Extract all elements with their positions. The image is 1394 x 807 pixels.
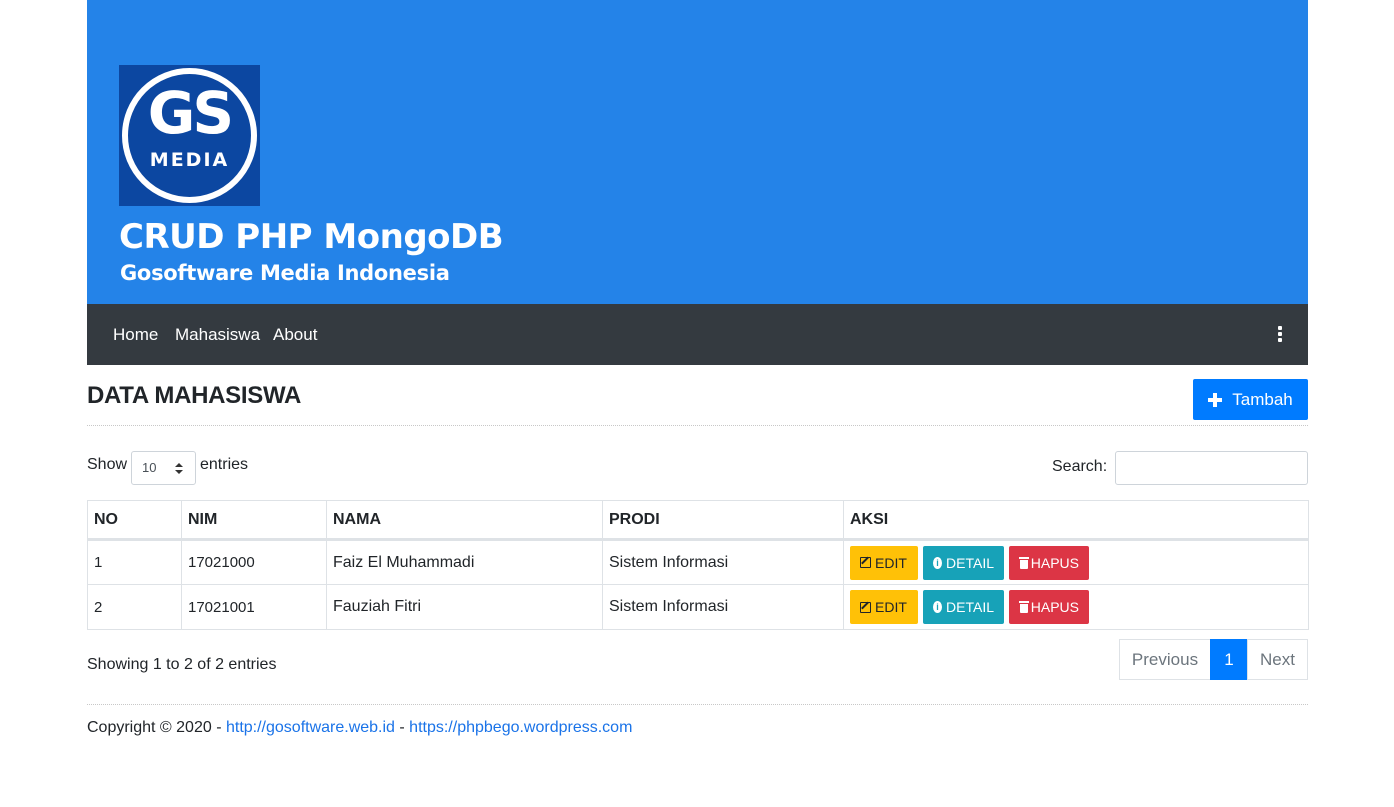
pagination-next[interactable]: Next <box>1247 639 1308 680</box>
add-button-label: Tambah <box>1232 389 1293 409</box>
entries-label: entries <box>200 456 249 473</box>
table-header-row: NO NIM NAMA PRODI AKSI <box>87 500 1309 541</box>
cell-actions: EDIT i DETAIL HAPUS <box>843 584 1309 630</box>
edit-label: EDIT <box>875 599 907 615</box>
page-length-select[interactable]: 10 <box>131 451 196 485</box>
cell-nim: 17021001 <box>181 584 327 630</box>
gs-media-logo: GS MEDIA <box>119 65 260 206</box>
info-icon: i <box>933 556 943 569</box>
pagination: Previous 1 Next <box>1119 639 1308 680</box>
info-icon: i <box>933 601 943 613</box>
footer-divider <box>87 704 1308 705</box>
table-info: Showing 1 to 2 of 2 entries <box>87 656 277 673</box>
nav-item-home[interactable]: Home <box>113 324 158 346</box>
page-header: DATA MAHASISWA Tambah <box>87 365 1308 426</box>
header-banner: GS MEDIA CRUD PHP MongoDB Gosoftware Med… <box>87 0 1308 304</box>
delete-button[interactable]: HAPUS <box>1009 590 1089 624</box>
logo-text-sub: MEDIA <box>149 149 230 171</box>
select-arrows-icon <box>175 463 183 475</box>
table-row: 1 17021000 Faiz El Muhammadi Sistem Info… <box>87 539 1309 585</box>
navbar: Home Mahasiswa About <box>87 304 1308 365</box>
kebab-menu-icon[interactable] <box>1277 326 1283 342</box>
cell-nama: Faiz El Muhammadi <box>326 539 603 585</box>
show-label: Show <box>87 456 128 473</box>
footer-copyright: Copyright © 2020 - <box>87 719 226 736</box>
table-row: 2 17021001 Fauziah Fitri Sistem Informas… <box>87 584 1309 630</box>
cell-nim: 17021000 <box>181 539 327 585</box>
pagination-previous[interactable]: Previous <box>1119 639 1211 680</box>
page-container: GS MEDIA CRUD PHP MongoDB Gosoftware Med… <box>87 0 1308 501</box>
add-button[interactable]: Tambah <box>1193 379 1308 420</box>
plus-icon <box>1208 392 1223 407</box>
footer-link-phpbego[interactable]: https://phpbego.wordpress.com <box>409 719 632 736</box>
edit-icon <box>860 601 871 613</box>
nav-item-about[interactable]: About <box>273 324 317 346</box>
cell-no: 2 <box>87 584 182 630</box>
trash-icon <box>1019 601 1029 613</box>
edit-label: EDIT <box>875 554 907 571</box>
column-header-nim[interactable]: NIM <box>181 500 327 541</box>
delete-label: HAPUS <box>1030 599 1079 615</box>
footer-link-gosoftware[interactable]: http://gosoftware.web.id <box>226 719 395 736</box>
column-header-prodi[interactable]: PRODI <box>602 500 844 541</box>
cell-no: 1 <box>87 539 182 585</box>
delete-button[interactable]: HAPUS <box>1009 545 1089 580</box>
delete-label: HAPUS <box>1030 554 1079 571</box>
logo-text-main: GS <box>147 79 234 147</box>
detail-label: DETAIL <box>946 599 994 615</box>
footer-separator: - <box>394 719 410 736</box>
pagination-page-current[interactable]: 1 <box>1210 639 1248 680</box>
footer: Copyright © 2020 - http://gosoftware.web… <box>87 719 632 737</box>
banner-subtitle: Gosoftware Media Indonesia <box>120 261 450 285</box>
detail-label: DETAIL <box>946 554 994 571</box>
banner-title: CRUD PHP MongoDB <box>119 217 504 257</box>
page-length-value: 10 <box>142 460 157 475</box>
column-header-aksi: AKSI <box>843 500 1309 541</box>
trash-icon <box>1019 556 1029 569</box>
detail-button[interactable]: i DETAIL <box>923 545 1004 580</box>
search-input[interactable] <box>1115 451 1308 485</box>
edit-button[interactable]: EDIT <box>850 545 918 580</box>
column-header-no[interactable]: NO <box>87 500 182 541</box>
column-header-nama[interactable]: NAMA <box>326 500 603 541</box>
cell-actions: EDIT i DETAIL HAPUS <box>843 539 1309 585</box>
edit-icon <box>860 557 871 568</box>
search-label: Search: <box>1052 458 1108 475</box>
detail-button[interactable]: i DETAIL <box>923 590 1004 624</box>
cell-prodi: Sistem Informasi <box>602 584 844 630</box>
edit-button[interactable]: EDIT <box>850 590 918 624</box>
page-title: DATA MAHASISWA <box>87 382 302 409</box>
students-table: NO NIM NAMA PRODI AKSI 1 17021000 Faiz E… <box>87 500 1309 630</box>
table-controls: Show 10 entries Search: <box>87 426 1308 501</box>
nav-item-mahasiswa[interactable]: Mahasiswa <box>175 324 260 346</box>
cell-prodi: Sistem Informasi <box>602 539 844 585</box>
cell-nama: Fauziah Fitri <box>326 584 603 630</box>
